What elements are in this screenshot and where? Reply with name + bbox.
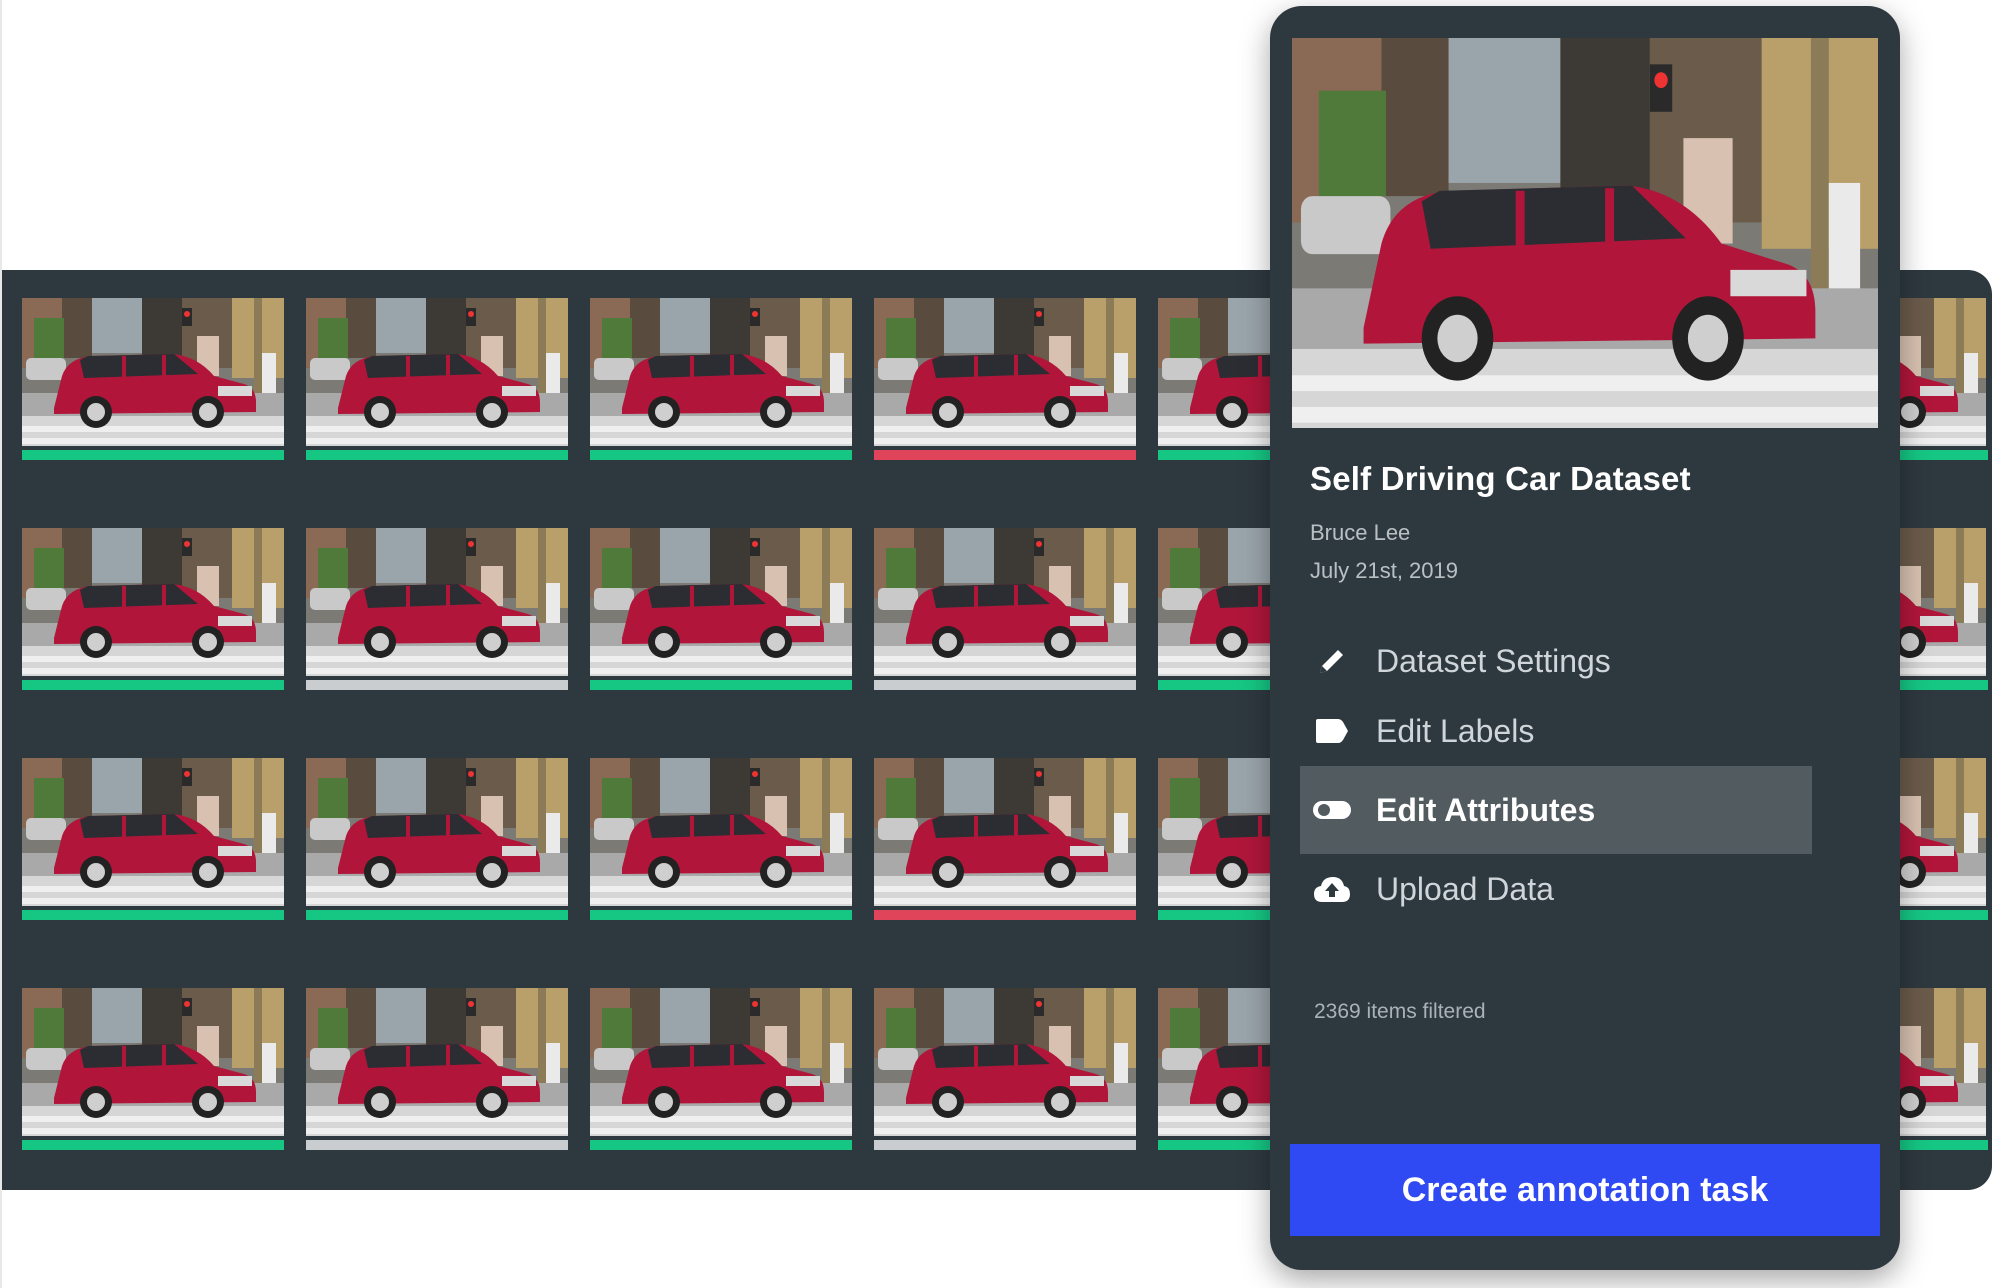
menu-item-label: Edit Labels xyxy=(1376,712,1535,749)
annotation-status-bar xyxy=(874,450,1136,460)
annotation-status-bar xyxy=(1898,680,1988,690)
image-thumbnail xyxy=(874,758,1136,906)
image-thumbnail xyxy=(306,758,568,906)
image-tile[interactable] xyxy=(590,298,852,484)
image-thumbnail xyxy=(590,298,852,446)
image-tile[interactable] xyxy=(22,298,284,484)
dataset-cover-image xyxy=(1292,38,1878,428)
image-tile[interactable] xyxy=(590,758,852,944)
image-thumbnail xyxy=(590,988,852,1136)
items-filtered-count: 2369 items filtered xyxy=(1314,1000,1486,1023)
image-tile[interactable] xyxy=(1898,528,1988,734)
annotation-status-bar xyxy=(590,680,852,690)
image-thumbnail xyxy=(306,298,568,446)
image-tile[interactable] xyxy=(874,528,1136,714)
image-thumbnail xyxy=(22,528,284,676)
image-thumbnail xyxy=(874,528,1136,676)
menu-item-label: Edit Attributes xyxy=(1376,791,1596,828)
image-tile[interactable] xyxy=(1898,298,1988,504)
annotation-status-bar xyxy=(874,910,1136,920)
annotation-status-bar xyxy=(22,910,284,920)
toggle-icon xyxy=(1312,790,1352,830)
image-tile[interactable] xyxy=(306,758,568,944)
annotation-status-bar xyxy=(590,450,852,460)
image-tile[interactable] xyxy=(22,758,284,944)
image-tile[interactable] xyxy=(306,528,568,714)
dataset-author: Bruce Lee xyxy=(1310,520,1411,545)
menu-item-edit-labels[interactable]: Edit Labels xyxy=(1300,696,1812,766)
annotation-status-bar xyxy=(590,1140,852,1150)
image-tile[interactable] xyxy=(874,988,1136,1174)
image-thumbnail xyxy=(874,298,1136,446)
image-tile[interactable] xyxy=(306,988,568,1174)
image-tile[interactable] xyxy=(1898,758,1988,964)
annotation-status-bar xyxy=(874,680,1136,690)
pencil-icon xyxy=(1312,641,1352,681)
label-tag-icon xyxy=(1312,711,1352,751)
annotation-status-bar xyxy=(306,450,568,460)
image-thumbnail xyxy=(22,988,284,1136)
dataset-date: July 21st, 2019 xyxy=(1310,558,1458,583)
cloud-upload-icon xyxy=(1312,869,1352,909)
image-thumbnail xyxy=(1898,758,1986,906)
create-annotation-task-button[interactable]: Create annotation task xyxy=(1290,1144,1880,1236)
image-thumbnail xyxy=(1898,298,1986,446)
annotation-status-bar xyxy=(306,1140,568,1150)
annotation-status-bar xyxy=(306,680,568,690)
image-grid-edge-column xyxy=(1898,298,1988,1190)
image-tile[interactable] xyxy=(22,528,284,714)
menu-item-edit-attributes[interactable]: Edit Attributes xyxy=(1300,766,1812,854)
image-tile[interactable] xyxy=(1898,988,1988,1190)
dataset-detail-card: Self Driving Car Dataset Bruce Lee July … xyxy=(1270,6,1900,1270)
image-tile[interactable] xyxy=(874,758,1136,944)
image-thumbnail xyxy=(306,528,568,676)
image-thumbnail xyxy=(1898,988,1986,1136)
image-thumbnail xyxy=(590,528,852,676)
menu-item-dataset-settings[interactable]: Dataset Settings xyxy=(1300,626,1812,696)
image-thumbnail xyxy=(590,758,852,906)
image-tile[interactable] xyxy=(874,298,1136,484)
annotation-status-bar xyxy=(22,680,284,690)
menu-item-upload-data[interactable]: Upload Data xyxy=(1300,854,1812,924)
annotation-status-bar xyxy=(22,450,284,460)
image-thumbnail xyxy=(22,758,284,906)
menu-item-label: Upload Data xyxy=(1376,870,1554,907)
image-thumbnail xyxy=(306,988,568,1136)
annotation-status-bar xyxy=(874,1140,1136,1150)
image-tile[interactable] xyxy=(590,528,852,714)
dataset-menu: Dataset Settings Edit Labels Edit Attrib… xyxy=(1300,626,1812,924)
image-tile[interactable] xyxy=(306,298,568,484)
image-thumbnail xyxy=(1898,528,1986,676)
image-tile[interactable] xyxy=(590,988,852,1174)
dataset-title: Self Driving Car Dataset xyxy=(1310,460,1691,497)
image-thumbnail xyxy=(874,988,1136,1136)
menu-item-label: Dataset Settings xyxy=(1376,642,1611,679)
annotation-status-bar xyxy=(1898,910,1988,920)
annotation-status-bar xyxy=(306,910,568,920)
annotation-status-bar xyxy=(1898,450,1988,460)
image-thumbnail xyxy=(22,298,284,446)
image-tile[interactable] xyxy=(22,988,284,1174)
annotation-status-bar xyxy=(22,1140,284,1150)
annotation-status-bar xyxy=(1898,1140,1988,1150)
annotation-status-bar xyxy=(590,910,852,920)
